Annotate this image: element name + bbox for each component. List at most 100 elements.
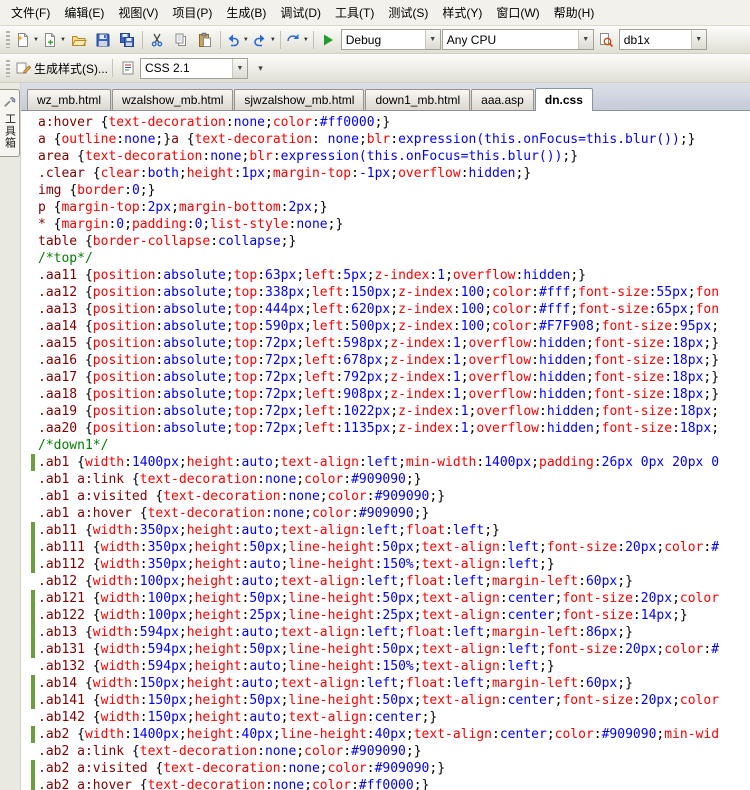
navigate-forward-button[interactable]: ▼ <box>284 29 310 51</box>
code-line[interactable]: .ab131 {width:594px;height:50px;line-hei… <box>21 641 750 658</box>
code-text: table {border-collapse:collapse;} <box>35 233 296 250</box>
code-line[interactable]: .aa13 {position:absolute;top:444px;left:… <box>21 301 750 318</box>
menu-item[interactable]: 帮助(H) <box>547 0 602 25</box>
copy-button[interactable] <box>170 29 193 51</box>
toolbar-grip[interactable] <box>6 31 10 48</box>
chevron-down-icon[interactable]: ▼ <box>578 30 593 49</box>
chevron-down-icon[interactable]: ▼ <box>425 30 440 49</box>
save-all-button[interactable] <box>116 29 139 51</box>
code-line[interactable]: .ab2 a:visited {text-decoration:none;col… <box>21 760 750 777</box>
toolbar-overflow-button[interactable]: ▾ <box>249 57 272 79</box>
code-text: .clear {clear:both;height:1px;margin-top… <box>35 165 531 182</box>
menu-item[interactable]: 样式(Y) <box>435 0 489 25</box>
toolbar-grip[interactable] <box>6 60 10 77</box>
find-in-files-button[interactable] <box>595 29 618 51</box>
code-line[interactable]: .ab2 a:hover {text-decoration:none;color… <box>21 777 750 790</box>
navigate-forward-icon <box>285 32 301 48</box>
new-project-button[interactable]: ▼ <box>14 29 40 51</box>
start-debug-icon <box>320 32 336 48</box>
code-text: .ab111 {width:350px;height:50px;line-hei… <box>35 539 719 556</box>
css-version-combo[interactable]: CSS 2.1 ▼ <box>140 58 248 79</box>
build-style-button[interactable]: 生成样式(S)... <box>14 57 109 79</box>
menu-item[interactable]: 窗口(W) <box>489 0 546 25</box>
document-tab-sjwzalshow_mb.html[interactable]: sjwzalshow_mb.html <box>234 89 364 110</box>
code-line[interactable]: .aa20 {position:absolute;top:72px;left:1… <box>21 420 750 437</box>
add-new-item-button[interactable]: ▼ <box>41 29 67 51</box>
code-line[interactable]: .ab1 {width:1400px;height:auto;text-alig… <box>21 454 750 471</box>
code-text: img {border:0;} <box>35 182 155 199</box>
code-text: .ab141 {width:150px;height:50px;line-hei… <box>35 692 719 709</box>
menu-item[interactable]: 编辑(E) <box>57 0 111 25</box>
code-line[interactable]: .ab1 a:hover {text-decoration:none;color… <box>21 505 750 522</box>
chevron-down-icon[interactable]: ▼ <box>691 30 706 49</box>
code-line[interactable]: .aa12 {position:absolute;top:338px;left:… <box>21 284 750 301</box>
code-line[interactable]: .ab11 {width:350px;height:auto;text-alig… <box>21 522 750 539</box>
code-line[interactable]: .ab13 {width:594px;height:auto;text-alig… <box>21 624 750 641</box>
code-line[interactable]: .aa16 {position:absolute;top:72px;left:6… <box>21 352 750 369</box>
code-line[interactable]: .aa14 {position:absolute;top:590px;left:… <box>21 318 750 335</box>
code-line[interactable]: .ab111 {width:350px;height:50px;line-hei… <box>21 539 750 556</box>
menu-item[interactable]: 项目(P) <box>165 0 219 25</box>
code-line[interactable]: .ab122 {width:100px;height:25px;line-hei… <box>21 607 750 624</box>
start-debug-button[interactable] <box>317 29 340 51</box>
cut-button[interactable] <box>146 29 169 51</box>
code-line[interactable]: .aa15 {position:absolute;top:72px;left:5… <box>21 335 750 352</box>
document-tab-aaa.asp[interactable]: aaa.asp <box>471 89 534 110</box>
code-line[interactable]: table {border-collapse:collapse;} <box>21 233 750 250</box>
find-combo[interactable]: db1x ▼ <box>619 29 707 50</box>
undo-button[interactable]: ▼ <box>224 29 250 51</box>
save-button[interactable] <box>92 29 115 51</box>
code-line[interactable]: .ab142 {width:150px;height:auto;text-ali… <box>21 709 750 726</box>
code-line[interactable]: .ab121 {width:100px;height:50px;line-hei… <box>21 590 750 607</box>
code-line[interactable]: .ab2 {width:1400px;height:40px;line-heig… <box>21 726 750 743</box>
code-line[interactable]: .aa11 {position:absolute;top:63px;left:5… <box>21 267 750 284</box>
solution-config-combo[interactable]: Debug ▼ <box>341 29 441 50</box>
code-text: .aa16 {position:absolute;top:72px;left:6… <box>35 352 719 369</box>
solution-platform-combo[interactable]: Any CPU ▼ <box>442 29 594 50</box>
code-line[interactable]: .aa17 {position:absolute;top:72px;left:7… <box>21 369 750 386</box>
code-line[interactable]: .ab1 a:visited {text-decoration:none;col… <box>21 488 750 505</box>
menu-item[interactable]: 文件(F) <box>4 0 57 25</box>
main-area: 工具箱 wz_mb.htmlwzalshow_mb.htmlsjwzalshow… <box>0 83 750 790</box>
code-editor[interactable]: a:hover {text-decoration:none;color:#ff0… <box>21 111 750 790</box>
code-line[interactable]: .aa19 {position:absolute;top:72px;left:1… <box>21 403 750 420</box>
menu-item[interactable]: 工具(T) <box>328 0 381 25</box>
document-tab-wz_mb.html[interactable]: wz_mb.html <box>27 89 111 110</box>
code-line[interactable]: /*down1*/ <box>21 437 750 454</box>
document-tab-wzalshow_mb.html[interactable]: wzalshow_mb.html <box>112 89 233 110</box>
code-line[interactable]: /*top*/ <box>21 250 750 267</box>
code-line[interactable]: .ab112 {width:350px;height:auto;line-hei… <box>21 556 750 573</box>
document-tab-down1_mb.html[interactable]: down1_mb.html <box>365 89 470 110</box>
code-line[interactable]: .ab2 a:link {text-decoration:none;color:… <box>21 743 750 760</box>
code-text: .ab12 {width:100px;height:auto;text-alig… <box>35 573 633 590</box>
chevron-down-icon: ▼ <box>243 37 249 43</box>
menu-item[interactable]: 调试(D) <box>273 0 328 25</box>
chevron-down-icon[interactable]: ▼ <box>232 59 247 78</box>
paste-button[interactable] <box>194 29 217 51</box>
code-line[interactable]: .ab132 {width:594px;height:auto;line-hei… <box>21 658 750 675</box>
code-text: .aa19 {position:absolute;top:72px;left:1… <box>35 403 719 420</box>
copy-icon <box>173 32 189 48</box>
code-line[interactable]: .ab1 a:link {text-decoration:none;color:… <box>21 471 750 488</box>
code-line[interactable]: .ab12 {width:100px;height:auto;text-alig… <box>21 573 750 590</box>
code-line[interactable]: .aa18 {position:absolute;top:72px;left:9… <box>21 386 750 403</box>
code-line[interactable]: p {margin-top:2px;margin-bottom:2px;} <box>21 199 750 216</box>
code-line[interactable]: .ab141 {width:150px;height:50px;line-hei… <box>21 692 750 709</box>
manage-styles-button[interactable] <box>116 57 139 79</box>
code-line[interactable]: a {outline:none;}a {text-decoration: non… <box>21 131 750 148</box>
code-line[interactable]: area {text-decoration:none;blr:expressio… <box>21 148 750 165</box>
code-line[interactable]: img {border:0;} <box>21 182 750 199</box>
menu-item[interactable]: 测试(S) <box>381 0 435 25</box>
code-line[interactable]: * {margin:0;padding:0;list-style:none;} <box>21 216 750 233</box>
redo-button[interactable]: ▼ <box>251 29 277 51</box>
code-line[interactable]: .clear {clear:both;height:1px;margin-top… <box>21 165 750 182</box>
document-tab-dn.css[interactable]: dn.css <box>535 88 593 111</box>
menu-item[interactable]: 生成(B) <box>219 0 273 25</box>
code-text: .aa18 {position:absolute;top:72px;left:9… <box>35 386 719 403</box>
paste-icon <box>197 32 213 48</box>
toolbox-tab[interactable]: 工具箱 <box>0 89 20 157</box>
code-line[interactable]: .ab14 {width:150px;height:auto;text-alig… <box>21 675 750 692</box>
open-file-button[interactable] <box>68 29 91 51</box>
code-line[interactable]: a:hover {text-decoration:none;color:#ff0… <box>21 114 750 131</box>
menu-item[interactable]: 视图(V) <box>111 0 165 25</box>
